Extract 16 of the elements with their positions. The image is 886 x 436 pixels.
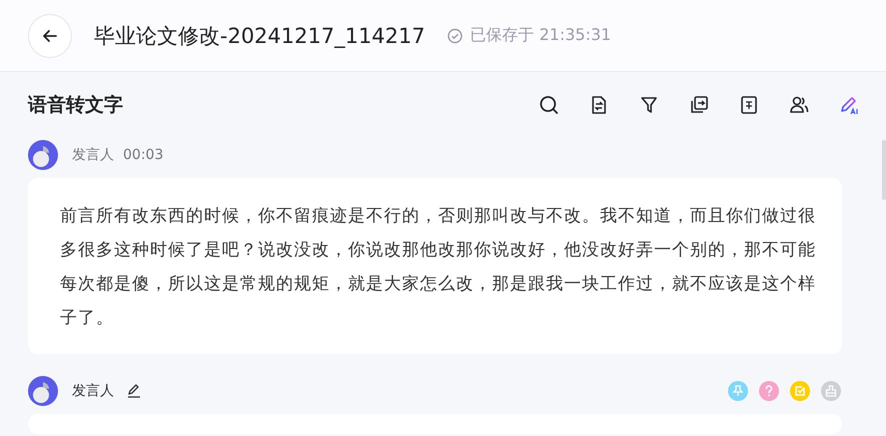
- speaker-name: 发言人: [72, 146, 114, 164]
- edit-speaker-button[interactable]: [126, 383, 142, 399]
- saved-check-icon: [447, 28, 464, 44]
- speaker-name: 发言人: [72, 382, 114, 400]
- todo-marker-button[interactable]: [790, 381, 810, 401]
- question-marker-button[interactable]: [759, 381, 779, 401]
- panel-title: 语音转文字: [28, 93, 123, 118]
- save-status: 已保存于 21:35:31: [470, 25, 612, 46]
- erase-marker-button[interactable]: [821, 381, 841, 401]
- document-title: 毕业论文修改-20241217_114217: [94, 22, 426, 50]
- back-button[interactable]: [28, 14, 72, 58]
- transcript-text: 前言所有改东西的时候，你不留痕迹是不行的，否则那叫改与不改。我不知道，而且你们做过很多很多这种时候了是吧？说改没改，你说改那他改那你说改好，他没改好弄一个别的，那不可能每次都是傻，所以这是常规的规矩，就是大家怎么改，那是跟我一块工作过，就不应该是这个样子了。: [60, 204, 816, 329]
- speaker-avatar: [28, 376, 58, 406]
- speaker-avatar: [28, 140, 58, 170]
- timestamp: 00:03: [123, 147, 164, 163]
- pin-marker-button[interactable]: [728, 381, 748, 401]
